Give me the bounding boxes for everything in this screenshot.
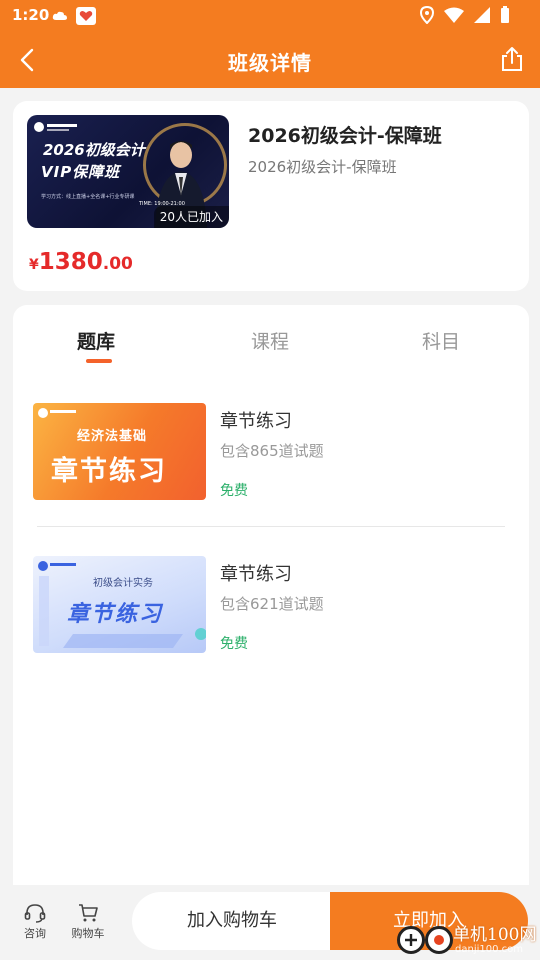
item-question-count: 包含865道试题 [220, 442, 324, 460]
divider [37, 526, 505, 527]
course-price: ¥1380.00 [29, 249, 133, 275]
status-notification-icons [52, 7, 96, 25]
headset-icon [24, 904, 46, 923]
item-title: 章节练习 [220, 411, 292, 432]
cart-button[interactable]: 购物车 [68, 903, 108, 941]
price-integer: 1380 [38, 249, 103, 275]
battery-icon [501, 6, 509, 23]
free-tag: 免费 [220, 483, 248, 499]
list-item[interactable]: 经济法基础 章节练习 章节练习 包含865道试题 免费 [33, 403, 509, 503]
thumbnail-subject: 经济法基础 [77, 429, 148, 444]
tab-subjects[interactable]: 科目 [422, 327, 460, 354]
share-icon[interactable] [498, 45, 526, 73]
add-to-cart-button[interactable]: 加入购物车 [132, 892, 332, 950]
thumbnail-label: 章节练习 [51, 456, 167, 487]
location-icon [420, 6, 434, 24]
page-title: 班级详情 [228, 51, 312, 75]
course-title: 2026初级会计-保障班 [248, 125, 442, 147]
app-notification-icon [76, 7, 96, 25]
joined-count-badge: 20人已加入 [153, 206, 229, 228]
signal-icon [474, 7, 490, 23]
consult-button[interactable]: 咨询 [15, 903, 55, 941]
thumbnail-logo [38, 408, 76, 418]
cover-title: 2026初级会计 [43, 141, 145, 159]
watermark: 单机100网 danji100.com [395, 920, 540, 960]
thumbnail-label: 章节练习 [67, 602, 164, 627]
consult-label: 咨询 [24, 927, 46, 940]
status-system-icons [420, 6, 510, 24]
free-tag: 免费 [220, 636, 248, 652]
thumbnail-subject: 初级会计实务 [93, 578, 153, 589]
tab-active-indicator [86, 359, 112, 363]
list-item[interactable]: 初级会计实务 章节练习 章节练习 包含621道试题 免费 [33, 556, 509, 656]
cover-subtitle: VIP保障班 [41, 163, 121, 181]
watermark-plus-icon [397, 926, 425, 954]
item-thumbnail: 初级会计实务 章节练习 [33, 556, 206, 653]
cloud-icon [52, 11, 67, 20]
course-info-card: 2026初级会计 VIP保障班 学习方式：线上直播+全名课+行业专研课 TIME… [13, 101, 529, 291]
item-title: 章节练习 [220, 564, 292, 585]
app-header: 班级详情 [0, 32, 540, 88]
cover-small-text: 学习方式：线上直播+全名课+行业专研课 [41, 194, 135, 200]
course-cover-image: 2026初级会计 VIP保障班 学习方式：线上直播+全名课+行业专研课 TIME… [27, 115, 229, 228]
tab-bar: 题库 课程 科目 [13, 305, 529, 375]
course-subtitle: 2026初级会计-保障班 [248, 158, 397, 176]
watermark-dot-icon [425, 926, 453, 954]
cart-label: 购物车 [71, 927, 105, 940]
tab-courses[interactable]: 课程 [251, 327, 289, 354]
item-question-count: 包含621道试题 [220, 595, 324, 613]
cart-icon [79, 904, 98, 922]
watermark-text: 单机100网 [453, 925, 537, 945]
item-thumbnail: 经济法基础 章节练习 [33, 403, 206, 500]
status-time: 1:20 [12, 6, 50, 24]
wifi-icon [444, 7, 464, 23]
cover-logo [34, 122, 77, 132]
price-currency: ¥ [29, 257, 39, 273]
tab-question-bank[interactable]: 题库 [77, 327, 115, 354]
watermark-url: danji100.com [455, 944, 523, 955]
content-card: 题库 课程 科目 经济法基础 章节练习 章节练习 包含865道试题 免费 初级会… [13, 305, 529, 885]
status-bar: 1:20 [0, 0, 540, 32]
price-decimal: .00 [102, 254, 133, 274]
